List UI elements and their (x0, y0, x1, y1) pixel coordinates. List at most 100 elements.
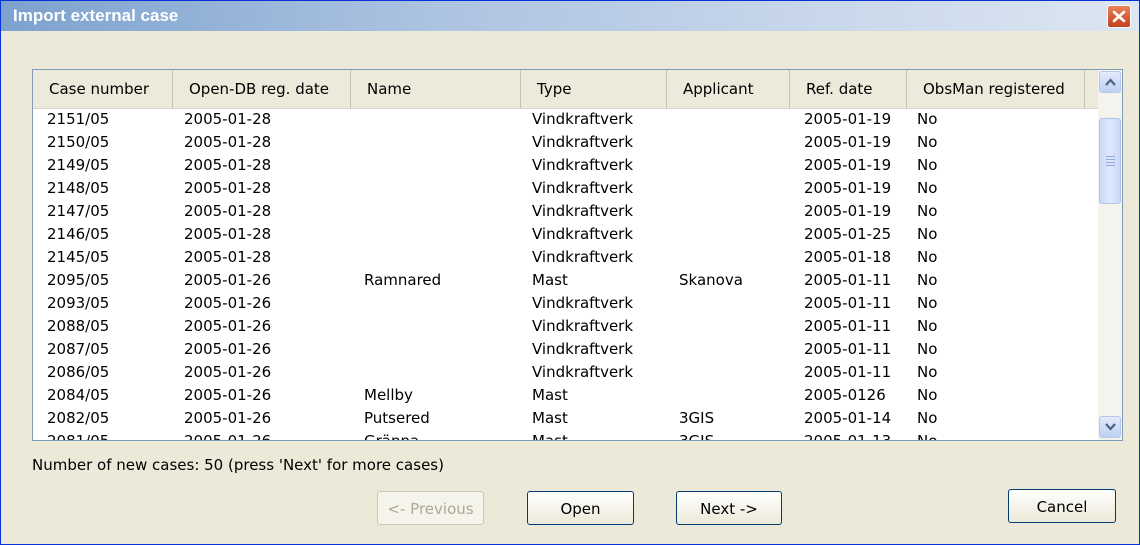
column-header-ref-date[interactable]: Ref. date (790, 70, 907, 108)
cell-applicant: 3GIS (679, 409, 715, 427)
table-row[interactable]: 2093/05 2005-01-26 Vindkraftverk 2005-01-11… (33, 292, 1098, 315)
cell-type: Mast (532, 386, 568, 404)
table-row[interactable]: 2095/05 2005-01-26 Ramnared Mast Skanova 2005… (33, 269, 1098, 292)
cell-reg-date: 2005-01-28 (184, 179, 272, 197)
column-header-case-number[interactable]: Case number (33, 70, 173, 108)
cell-name: Ramnared (364, 271, 442, 289)
cell-case-number: 2095/05 (47, 271, 110, 289)
arrow-down-icon (1105, 423, 1116, 431)
cell-ref-date: 2005-01-19 (804, 133, 892, 151)
cell-type: Mast (532, 271, 568, 289)
cell-case-number: 2150/05 (47, 133, 110, 151)
column-header-type[interactable]: Type (521, 70, 667, 108)
table-row[interactable]: 2081/05 2005-01-26 Gränna Mast 3GIS 2005-01-1… (33, 430, 1098, 440)
cell-ref-date: 2005-01-19 (804, 202, 892, 220)
previous-button[interactable]: <- Previous (377, 491, 484, 525)
table-row[interactable]: 2150/05 2005-01-28 Vindkraftverk 2005-01-19… (33, 131, 1098, 154)
table-row[interactable]: 2148/05 2005-01-28 Vindkraftverk 2005-01-19… (33, 177, 1098, 200)
cell-type: Mast (532, 409, 568, 427)
list-rows: 2151/05 2005-01-28 Vindkraftverk 2005-01-19… (33, 108, 1098, 440)
cell-case-number: 2149/05 (47, 156, 110, 174)
cell-reg-date: 2005-01-26 (184, 271, 272, 289)
cell-ref-date: 2005-0126 (804, 386, 886, 404)
thumb-grip (1106, 159, 1115, 160)
table-row[interactable]: 2086/05 2005-01-26 Vindkraftverk 2005-01-11… (33, 361, 1098, 384)
column-header-applicant[interactable]: Applicant (667, 70, 790, 108)
cell-case-number: 2151/05 (47, 110, 110, 128)
table-row[interactable]: 2149/05 2005-01-28 Vindkraftverk 2005-01-19… (33, 154, 1098, 177)
cell-name: Mellby (364, 386, 413, 404)
cell-type: Vindkraftverk (532, 317, 634, 335)
cell-case-number: 2087/05 (47, 340, 110, 358)
arrow-up-icon (1105, 78, 1116, 86)
cell-case-number: 2088/05 (47, 317, 110, 335)
cell-ref-date: 2005-01-25 (804, 225, 892, 243)
cell-type: Vindkraftverk (532, 133, 634, 151)
cell-reg-date: 2005-01-26 (184, 386, 272, 404)
table-row[interactable]: 2146/05 2005-01-28 Vindkraftverk 2005-01-25… (33, 223, 1098, 246)
cell-reg-date: 2005-01-28 (184, 133, 272, 151)
column-header-name[interactable]: Name (351, 70, 521, 108)
cell-case-number: 2093/05 (47, 294, 110, 312)
cell-case-number: 2084/05 (47, 386, 110, 404)
cell-applicant: 3GIS (679, 430, 714, 440)
cell-ref-date: 2005-01-19 (804, 179, 892, 197)
cell-case-number: 2146/05 (47, 225, 110, 243)
cell-applicant: Skanova (679, 271, 743, 289)
open-button[interactable]: Open (527, 491, 634, 525)
cell-type: Vindkraftverk (532, 202, 634, 220)
cell-case-number: 2086/05 (47, 363, 110, 381)
next-button[interactable]: Next -> (676, 491, 782, 525)
cell-obsman: No (917, 225, 938, 243)
table-row[interactable]: 2082/05 2005-01-26 Putsered Mast 3GIS 2005-01… (33, 407, 1098, 430)
cell-type: Vindkraftverk (532, 225, 634, 243)
cell-ref-date: 2005-01-11 (804, 340, 892, 358)
cell-obsman: No (917, 430, 937, 440)
close-button[interactable] (1107, 5, 1131, 28)
cell-type: Vindkraftverk (532, 294, 634, 312)
cell-reg-date: 2005-01-26 (184, 363, 272, 381)
cell-case-number: 2147/05 (47, 202, 110, 220)
cell-ref-date: 2005-01-11 (804, 271, 892, 289)
column-header-reg-date[interactable]: Open-DB reg. date (173, 70, 351, 108)
cell-obsman: No (917, 248, 938, 266)
cell-obsman: No (917, 133, 938, 151)
window-title: Import external case (13, 6, 179, 25)
status-text: Number of new cases: 50 (press 'Next' fo… (32, 456, 444, 474)
cell-ref-date: 2005-01-18 (804, 248, 892, 266)
title-bar[interactable]: Import external case (1, 1, 1139, 31)
cell-type: Mast (532, 430, 568, 440)
scroll-up-button[interactable] (1099, 71, 1121, 93)
cell-obsman: No (917, 271, 938, 289)
table-row[interactable]: 2151/05 2005-01-28 Vindkraftverk 2005-01-19… (33, 108, 1098, 131)
cell-reg-date: 2005-01-28 (184, 156, 272, 174)
cell-obsman: No (917, 317, 938, 335)
scroll-thumb[interactable] (1099, 118, 1121, 204)
table-row[interactable]: 2147/05 2005-01-28 Vindkraftverk 2005-01-19… (33, 200, 1098, 223)
cell-reg-date: 2005-01-28 (184, 202, 272, 220)
cell-ref-date: 2005-01-19 (804, 156, 892, 174)
cell-type: Vindkraftverk (532, 248, 634, 266)
cell-obsman: No (917, 386, 938, 404)
table-row[interactable]: 2088/05 2005-01-26 Vindkraftverk 2005-01-11… (33, 315, 1098, 338)
cell-ref-date: 2005-01-19 (804, 110, 892, 128)
table-row[interactable]: 2087/05 2005-01-26 Vindkraftverk 2005-01-11… (33, 338, 1098, 361)
cell-reg-date: 2005-01-26 (184, 317, 272, 335)
table-row[interactable]: 2084/05 2005-01-26 Mellby Mast 2005-0126 No (33, 384, 1098, 407)
cell-reg-date: 2005-01-26 (184, 340, 272, 358)
table-row[interactable]: 2145/05 2005-01-28 Vindkraftverk 2005-01-18… (33, 246, 1098, 269)
cases-list[interactable]: Case number Open-DB reg. date Name Type … (32, 69, 1123, 441)
thumb-grip (1106, 165, 1115, 166)
cell-reg-date: 2005-01-26 (184, 409, 272, 427)
thumb-grip (1106, 156, 1115, 157)
column-header-obsman[interactable]: ObsMan registered (907, 70, 1085, 108)
cell-case-number: 2081/05 (47, 430, 109, 440)
cell-ref-date: 2005-01-11 (804, 317, 892, 335)
cell-obsman: No (917, 363, 938, 381)
cell-type: Vindkraftverk (532, 110, 634, 128)
cancel-button[interactable]: Cancel (1008, 489, 1116, 523)
cell-name: Gränna (364, 430, 419, 440)
scroll-down-button[interactable] (1099, 416, 1121, 438)
cell-type: Vindkraftverk (532, 340, 634, 358)
vertical-scrollbar[interactable] (1098, 70, 1122, 440)
